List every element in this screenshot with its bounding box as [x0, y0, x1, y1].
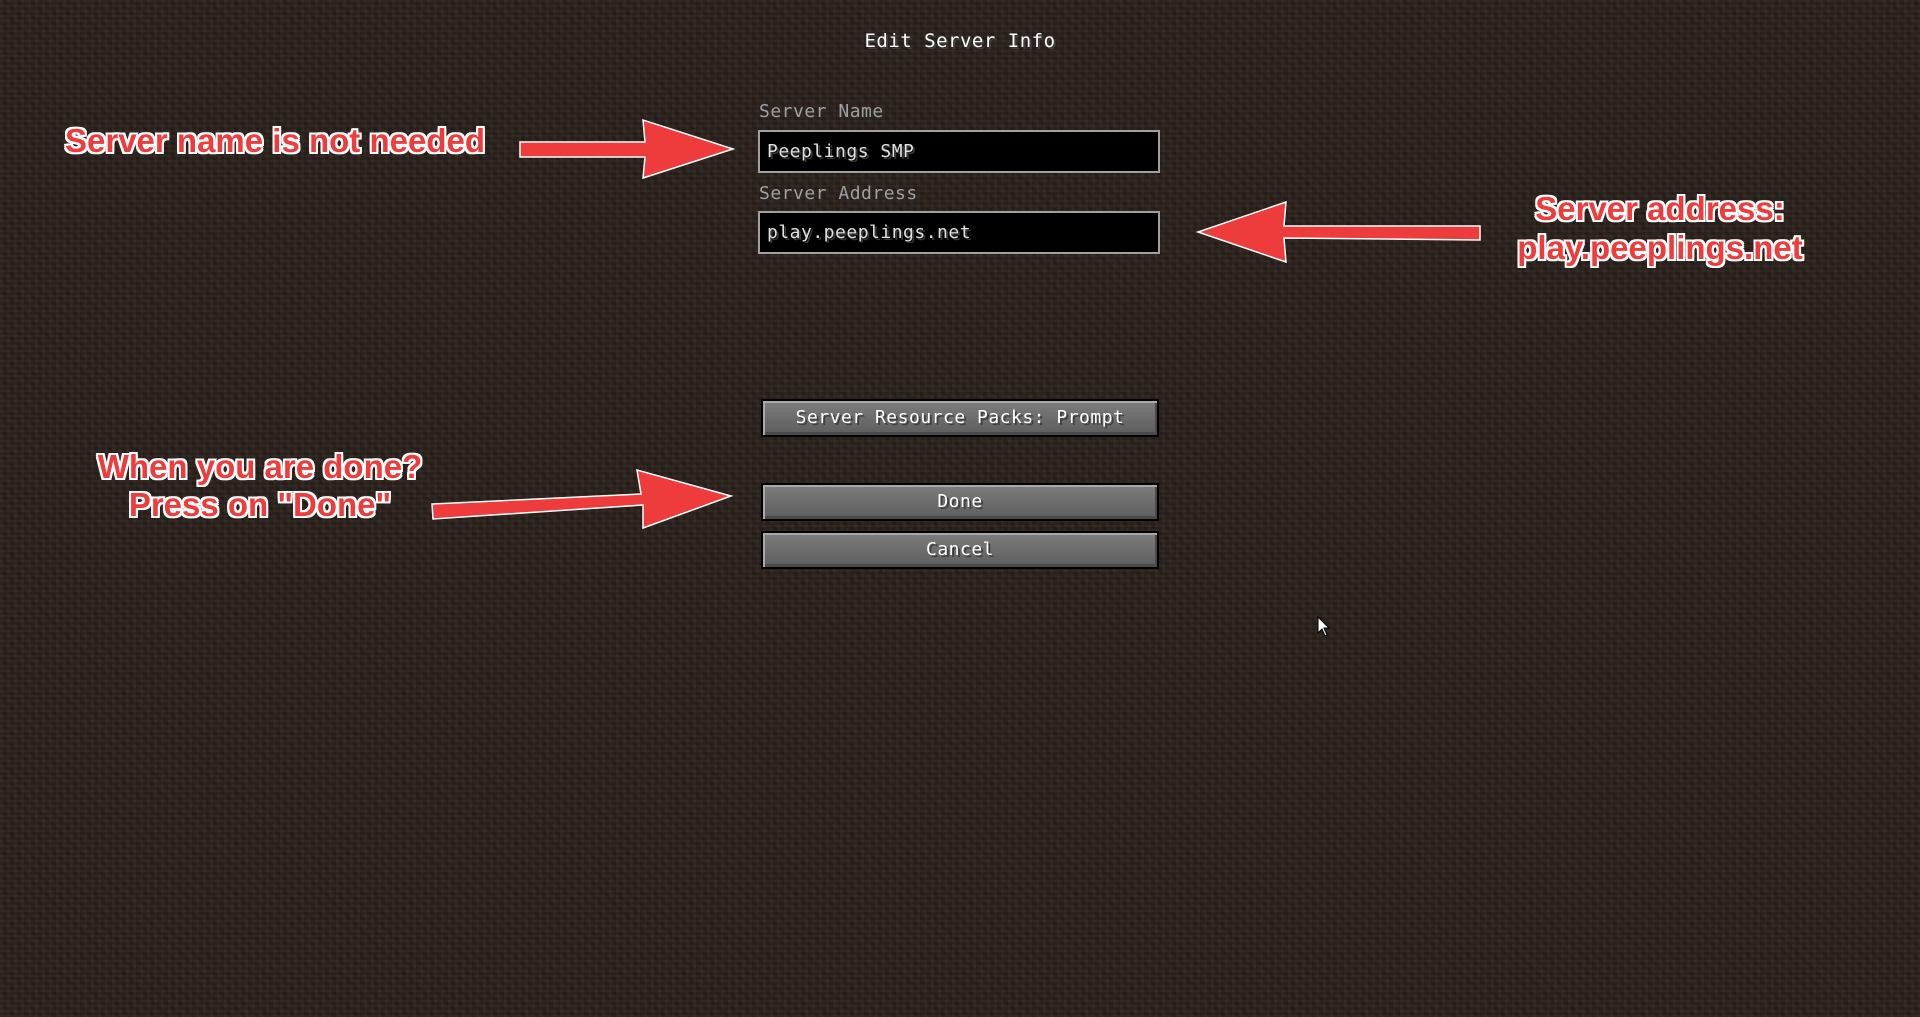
screen-title: Edit Server Info [864, 30, 1056, 52]
cancel-button[interactable]: Cancel [761, 531, 1159, 569]
mouse-pointer-icon [1317, 616, 1331, 637]
server-name-input[interactable] [758, 130, 1160, 173]
server-address-arrow-icon [1195, 200, 1481, 264]
server-address-annotation: Server address: play.peeplings.net [1460, 189, 1860, 267]
server-name-annotation: Server name is not needed [65, 122, 485, 159]
server-address-label: Server Address [759, 183, 918, 204]
done-annotation-line1: When you are done? [97, 448, 423, 485]
server-address-annotation-line2: play.peeplings.net [1517, 229, 1803, 266]
server-address-annotation-line1: Server address: [1535, 190, 1785, 227]
done-button[interactable]: Done [761, 483, 1159, 521]
done-annotation-line2: Press on "Done" [128, 486, 392, 523]
server-address-input[interactable] [758, 211, 1160, 254]
server-name-label: Server Name [759, 101, 884, 122]
resource-packs-button[interactable]: Server Resource Packs: Prompt [761, 399, 1159, 437]
done-arrow-icon [431, 468, 734, 530]
server-name-arrow-icon [519, 118, 736, 180]
